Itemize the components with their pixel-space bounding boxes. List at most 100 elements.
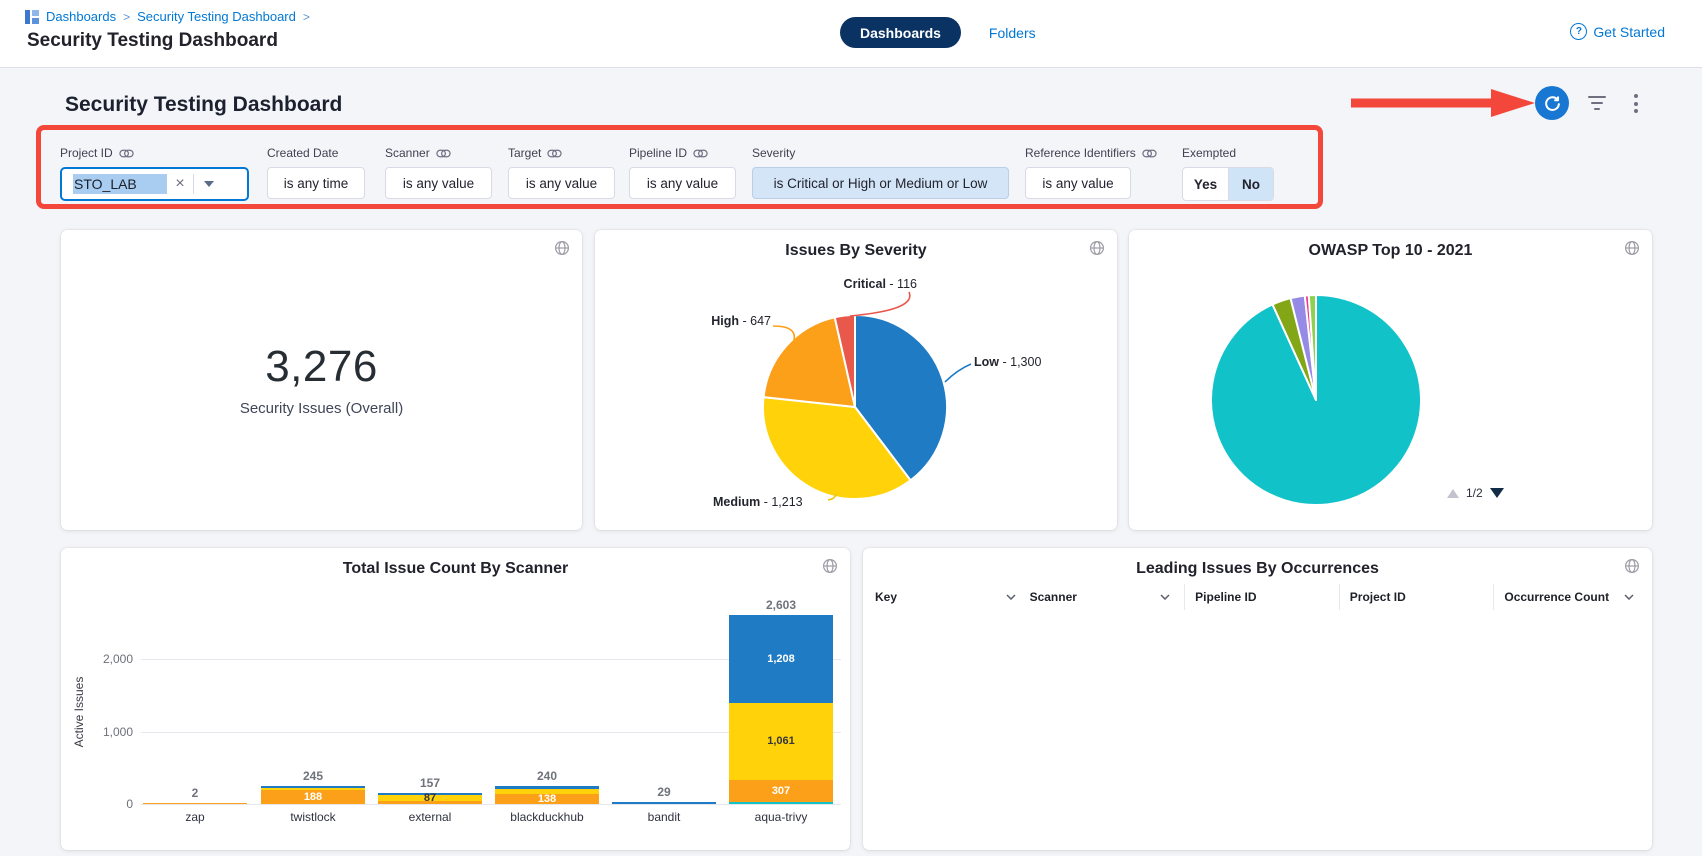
link-icon — [119, 149, 134, 158]
pipeline-id-filter-button[interactable]: is any value — [629, 167, 736, 199]
leading-issues-table-body — [867, 610, 1648, 846]
x-category-label: aqua-trivy — [729, 810, 833, 824]
created-date-filter-button[interactable]: is any time — [267, 167, 365, 199]
leading-issues-table-header: Key Scanner Pipeline ID Project ID Occurrenc… — [875, 584, 1648, 610]
page-down-icon[interactable] — [1490, 488, 1504, 498]
column-header-occurrence-count[interactable]: Occurrence Count — [1493, 584, 1648, 610]
scanner-bar-chart[interactable]: 01,0002,0002zap188245twistlock87157exter… — [61, 548, 850, 850]
bar-segment-teal[interactable] — [729, 802, 833, 804]
pie-label-critical: Critical - 116 — [844, 277, 917, 291]
filter-severity: Severity is Critical or High or Medium o… — [752, 146, 1009, 199]
link-icon — [436, 149, 451, 158]
bar-segment-orange[interactable]: 138 — [495, 794, 599, 804]
x-category-label: blackduckhub — [495, 810, 599, 824]
filter-target-label: Target — [508, 146, 541, 160]
breadcrumb-current-dashboard[interactable]: Security Testing Dashboard — [137, 9, 296, 24]
bar-segment-orange[interactable] — [378, 801, 482, 804]
exempted-yes-button[interactable]: Yes — [1183, 168, 1228, 200]
column-header-label: Key — [875, 590, 897, 604]
project-id-dropdown-button[interactable] — [194, 181, 224, 187]
refresh-icon — [1544, 95, 1561, 112]
column-header-key[interactable]: Key — [875, 584, 1030, 610]
security-issues-total-value: 3,276 — [61, 342, 582, 392]
bar-external[interactable]: 87 — [378, 793, 482, 804]
tab-dashboards[interactable]: Dashboards — [840, 17, 961, 48]
bar-segment-orange[interactable]: 188 — [261, 790, 365, 804]
sort-chevron-icon — [1160, 594, 1170, 600]
pie-label-high: High - 647 — [711, 314, 771, 328]
dashboard-filters-toggle-button[interactable] — [1588, 96, 1606, 114]
bar-blackduckhub[interactable]: 138 — [495, 786, 599, 804]
exempted-toggle: Yes No — [1182, 167, 1274, 201]
issues-by-severity-pie[interactable] — [595, 230, 1117, 530]
dashboards-grid-icon — [25, 10, 39, 24]
y-tick-label: 1,000 — [71, 725, 133, 739]
filter-created-date: Created Date is any time — [267, 146, 365, 199]
chevron-down-icon — [204, 181, 214, 187]
filter-exempted-label: Exempted — [1182, 146, 1236, 160]
target-filter-button[interactable]: is any value — [508, 167, 615, 199]
page-indicator: 1/2 — [1466, 486, 1483, 500]
bar-segment-orange[interactable] — [143, 803, 247, 804]
breadcrumb-separator: > — [303, 10, 310, 24]
filter-project-id-label-row: Project ID — [60, 146, 249, 160]
reference-identifiers-filter-button[interactable]: is any value — [1025, 167, 1131, 199]
globe-icon — [1624, 558, 1640, 579]
tab-folders[interactable]: Folders — [989, 25, 1036, 41]
bar-segment-blue[interactable] — [612, 802, 716, 804]
dashboard-actions-menu-button[interactable] — [1634, 94, 1638, 117]
column-header-project-id: Project ID — [1339, 584, 1494, 610]
filter-target: Target is any value — [508, 146, 615, 199]
tile-security-issues-overall: 3,276 Security Issues (Overall) — [61, 230, 582, 530]
tile-total-issue-count-by-scanner: Total Issue Count By Scanner Active Issu… — [61, 548, 850, 850]
filter-created-date-label: Created Date — [267, 146, 338, 160]
owasp-pie[interactable] — [1129, 230, 1652, 530]
bar-zap[interactable] — [143, 803, 247, 804]
filter-scanner-label: Scanner — [385, 146, 430, 160]
project-id-input[interactable]: STO_LAB × — [60, 167, 249, 201]
sort-chevron-icon — [1006, 594, 1016, 600]
column-header-scanner[interactable]: Scanner — [1030, 584, 1185, 610]
breadcrumb-separator: > — [123, 10, 130, 24]
project-id-value: STO_LAB — [73, 174, 167, 194]
x-category-label: bandit — [612, 810, 716, 824]
bar-total-label: 2 — [143, 786, 247, 800]
column-header-label: Occurrence Count — [1504, 590, 1609, 604]
security-issues-total-label: Security Issues (Overall) — [61, 400, 582, 417]
scanner-filter-button[interactable]: is any value — [385, 167, 492, 199]
x-category-label: external — [378, 810, 482, 824]
bar-total-label: 29 — [612, 785, 716, 799]
column-header-label: Pipeline ID — [1195, 590, 1256, 604]
filter-project-id: Project ID STO_LAB × — [60, 146, 249, 201]
bar-total-label: 157 — [378, 776, 482, 790]
pie-label-medium: Medium - 1,213 — [713, 495, 803, 509]
get-started-label: Get Started — [1593, 24, 1665, 40]
exempted-no-button[interactable]: No — [1228, 168, 1273, 200]
bar-twistlock[interactable]: 188 — [261, 786, 365, 804]
filter-reference-identifiers-label: Reference Identifiers — [1025, 146, 1136, 160]
pie-label-low: Low - 1,300 — [974, 355, 1041, 369]
bar-aqua-trivy[interactable]: 1,2081,061307 — [729, 615, 833, 804]
clear-icon[interactable]: × — [167, 175, 193, 193]
filter-scanner: Scanner is any value — [385, 146, 492, 199]
column-header-label: Project ID — [1350, 590, 1406, 604]
breadcrumb-dashboards[interactable]: Dashboards — [46, 9, 116, 24]
page-title: Security Testing Dashboard — [27, 30, 278, 52]
bar-bandit[interactable] — [612, 802, 716, 804]
dashboard-title: Security Testing Dashboard — [65, 93, 342, 117]
bar-total-label: 2,603 — [729, 598, 833, 612]
bar-segment-yellow[interactable]: 1,061 — [729, 703, 833, 780]
y-tick-label: 2,000 — [71, 652, 133, 666]
refresh-dashboard-button[interactable] — [1535, 86, 1569, 120]
bar-segment-blue[interactable]: 1,208 — [729, 615, 833, 703]
link-icon — [693, 149, 708, 158]
bar-segment-orange[interactable]: 307 — [729, 780, 833, 802]
x-category-label: zap — [143, 810, 247, 824]
tile-leading-issues-by-occurrences: Leading Issues By Occurrences KeyScanner… — [863, 548, 1652, 850]
page-up-icon[interactable] — [1447, 489, 1459, 498]
filter-reference-identifiers: Reference Identifiers is any value — [1025, 146, 1157, 199]
x-category-label: twistlock — [261, 810, 365, 824]
annotation-arrow — [1345, 88, 1545, 118]
get-started-link[interactable]: ? Get Started — [1570, 23, 1665, 40]
severity-filter-button[interactable]: is Critical or High or Medium or Low — [752, 167, 1009, 199]
